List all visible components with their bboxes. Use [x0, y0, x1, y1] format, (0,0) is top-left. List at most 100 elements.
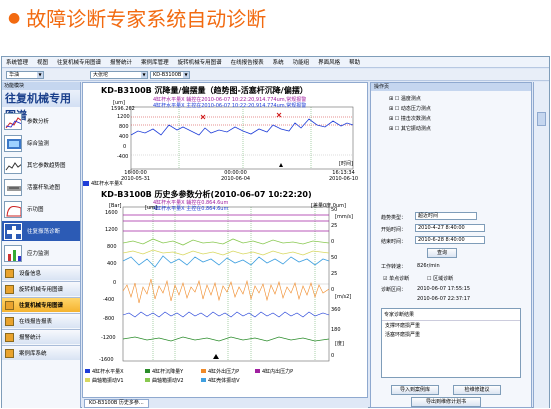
sidebar-item-rod-orbit[interactable]: 活塞杆轨迹图 — [2, 177, 80, 197]
diag-range-label: 诊断区间： — [381, 287, 407, 293]
document-tab[interactable]: KD-B3100B 历史多参... — [84, 399, 149, 408]
plot1-ytick: 800 — [119, 124, 129, 130]
plot2-right-tick: 360 — [331, 307, 341, 313]
trend-type-label: 趋势类型： — [381, 215, 407, 221]
plant-select[interactable]: 华油 ▼ — [6, 71, 44, 79]
sidebar-category-equipment[interactable]: 设备信息 — [2, 265, 80, 280]
plot2-ytick: 400 — [107, 261, 117, 267]
rod-orbit-icon — [4, 178, 22, 196]
side-dock-strip[interactable] — [533, 82, 549, 408]
machine-select[interactable]: KD-B3100B ▼ — [150, 71, 190, 79]
trend-type-select[interactable]: 超近时间 — [415, 212, 477, 220]
plot2-ytick: 1600 — [105, 210, 118, 216]
menu-online-reports[interactable]: 在线报告报表 — [231, 58, 264, 66]
plot2-legend-item: 曲轴箱振动V2 — [152, 378, 184, 384]
start-time-field[interactable]: 2010-4-27 8:40:00 — [415, 224, 485, 232]
menu-help[interactable]: 帮助 — [349, 58, 360, 66]
plot1-annotation-main: 4缸杆水平量X 主控在2010-06-07 10:22:20,914.774um… — [153, 103, 307, 109]
plot2-legend-item: 4缸杆沉降量Y — [152, 369, 184, 375]
import-case-button[interactable]: 导入到案例库 — [391, 385, 439, 395]
diagnosis-result-box: 专家诊断结果 支撑环磨损严重 活塞环磨损严重 — [381, 308, 521, 378]
tree-node-other-vibration[interactable]: ⊞ ☐ 其它振动测点 — [389, 125, 431, 132]
plot2-ytick: -800 — [103, 316, 115, 322]
dock-tab[interactable] — [537, 112, 546, 126]
menu-view[interactable]: 视图 — [37, 58, 48, 66]
diag-range-to: 2010-06-07 22:37:17 — [417, 296, 471, 302]
operation-panel-header: 操作页 — [371, 83, 531, 91]
menu-system2[interactable]: 系统 — [273, 58, 284, 66]
plot2-right-tick: 0 — [331, 239, 335, 245]
operation-panel: 操作页 ⊞ ☐ 温度测点 ⊞ ☐ 动态压力测点 ⊞ ☐ 撞击次数测点 ⊞ ☐ 其… — [370, 82, 532, 408]
folder-icon — [5, 268, 14, 278]
plot2-legend-item: 曲轴箱振动V1 — [92, 378, 124, 384]
diagnosis-result-item: 活塞环磨损严重 — [385, 332, 421, 338]
maintenance-suggest-button[interactable]: 检维修建议 — [453, 385, 501, 395]
query-button[interactable]: 查询 — [427, 248, 457, 258]
tree-node-dynamic-pressure[interactable]: ⊞ ☐ 动态压力测点 — [389, 105, 431, 112]
param-chart-icon — [4, 112, 22, 130]
cross-icon — [4, 222, 22, 240]
unit-select[interactable]: 大张坨 ▼ — [90, 71, 148, 79]
plot2-right-tick: 0 — [331, 287, 335, 293]
single-point-checkbox[interactable]: ☑ 单点诊断 — [383, 275, 409, 282]
stress-chart-icon — [4, 244, 22, 262]
menu-recip-charts[interactable]: 往复机械专用图谱 — [57, 58, 101, 66]
menu-system[interactable]: 系统管理 — [6, 58, 28, 66]
chart-panel: KD-B3100B 沉降量/偏摆量（趋势图-活塞杆沉降/偏摆） [um] 4缸杆… — [82, 82, 368, 408]
menu-ui-style[interactable]: 界面风格 — [318, 58, 340, 66]
diagnosis-result-title: 专家诊断结果 — [382, 309, 520, 321]
bullet-icon: ● — [8, 9, 21, 26]
plot2-legend-item: 4缸内出压力P — [262, 369, 294, 375]
plot2-annotation-main: 4缸杆水平量X 主控在0.864.6um — [153, 206, 229, 212]
plot2-ytick: 800 — [107, 244, 117, 250]
menu-alarm-stats[interactable]: 报警统计 — [110, 58, 132, 66]
menu-rotary-charts[interactable]: 旋转机械专用图谱 — [178, 58, 222, 66]
plot1-xunit: [时间] — [339, 161, 353, 167]
plot2-legend-item: 4缸壳体振动V — [208, 378, 240, 384]
plot2-ytick: -1200 — [101, 335, 116, 341]
folder-icon — [5, 284, 14, 294]
sidebar-item-pv-diagram[interactable]: 示功图 — [2, 199, 80, 219]
plot1-xtick: 16:13:34 2010-06-10 — [329, 170, 359, 182]
headline: ● 故障诊断专家系统自动诊断 — [8, 7, 267, 31]
sidebar: 功能模块 往复机械专用图谱 参数分析 综合监测 其它参数趋势图 活塞杆轨迹图 示… — [2, 82, 81, 408]
region-checkbox[interactable]: ☐ 区域诊断 — [427, 275, 453, 282]
sidebar-item-stress-monitor[interactable]: 应力监测 — [2, 243, 80, 263]
plot1-ytick: 0 — [123, 144, 127, 150]
plot2-right-unit: [度] — [335, 341, 344, 347]
plot2-ytick: 0 — [113, 280, 117, 286]
menu-case-library[interactable]: 案例库管理 — [141, 58, 169, 66]
plot2-unit-um: [um] — [145, 205, 157, 211]
chevron-down-icon: ▼ — [141, 72, 147, 78]
sidebar-category-recip[interactable]: 往复机械专用图谱 — [2, 297, 80, 312]
plot2-right-tick: 50 — [331, 207, 338, 213]
sidebar-category-cases[interactable]: 案例库系统 — [2, 345, 80, 360]
tree-node-temperature[interactable]: ⊞ ☐ 温度测点 — [389, 95, 421, 102]
sidebar-item-vibration-diagnosis[interactable]: 往复振荡诊断 — [2, 221, 80, 241]
speed-value: 826r/min — [417, 263, 440, 269]
export-plan-button[interactable]: 导出到维修计划书 — [411, 397, 481, 407]
chevron-down-icon: ▼ — [37, 72, 43, 78]
sidebar-category-reports[interactable]: 在线报告报表 — [2, 313, 80, 328]
plot2-right-tick: 180 — [331, 327, 341, 333]
plot2-right-tick: 25 — [331, 223, 338, 229]
plot2-unit: [Bar] — [109, 203, 122, 209]
sidebar-item-trend[interactable]: 其它参数趋势图 — [2, 155, 80, 175]
menu-function-group[interactable]: 功能组 — [293, 58, 310, 66]
folder-icon — [5, 332, 14, 342]
end-time-field[interactable]: 2010-6-28 8:40:00 — [415, 236, 485, 244]
sidebar-category-rotary[interactable]: 旋转机械专用图谱 — [2, 281, 80, 296]
plot2-diff: [差量0度,0um] — [311, 203, 346, 209]
tree-node-impact-count[interactable]: ⊞ ☐ 撞击次数测点 — [389, 115, 431, 122]
toolbar: 华油 ▼ 大张坨 ▼ KD-B3100B ▼ — [2, 69, 549, 81]
end-time-label: 结束时间： — [381, 239, 407, 245]
document-tab-bar: KD-B3100B 历史多参... — [82, 397, 368, 408]
sidebar-category-alarms[interactable]: 报警统计 — [2, 329, 80, 344]
plot2-right-tick: 50 — [331, 255, 338, 261]
pv-diagram-icon — [4, 200, 22, 218]
plot2-ytick: 1200 — [105, 227, 118, 233]
folder-icon — [5, 348, 14, 358]
sidebar-item-param-analysis[interactable]: 参数分析 — [2, 111, 80, 131]
sidebar-item-monitor[interactable]: 综合监测 — [2, 133, 80, 153]
plot1-xtick: 16:00:00 2010-05-31 — [121, 170, 151, 182]
